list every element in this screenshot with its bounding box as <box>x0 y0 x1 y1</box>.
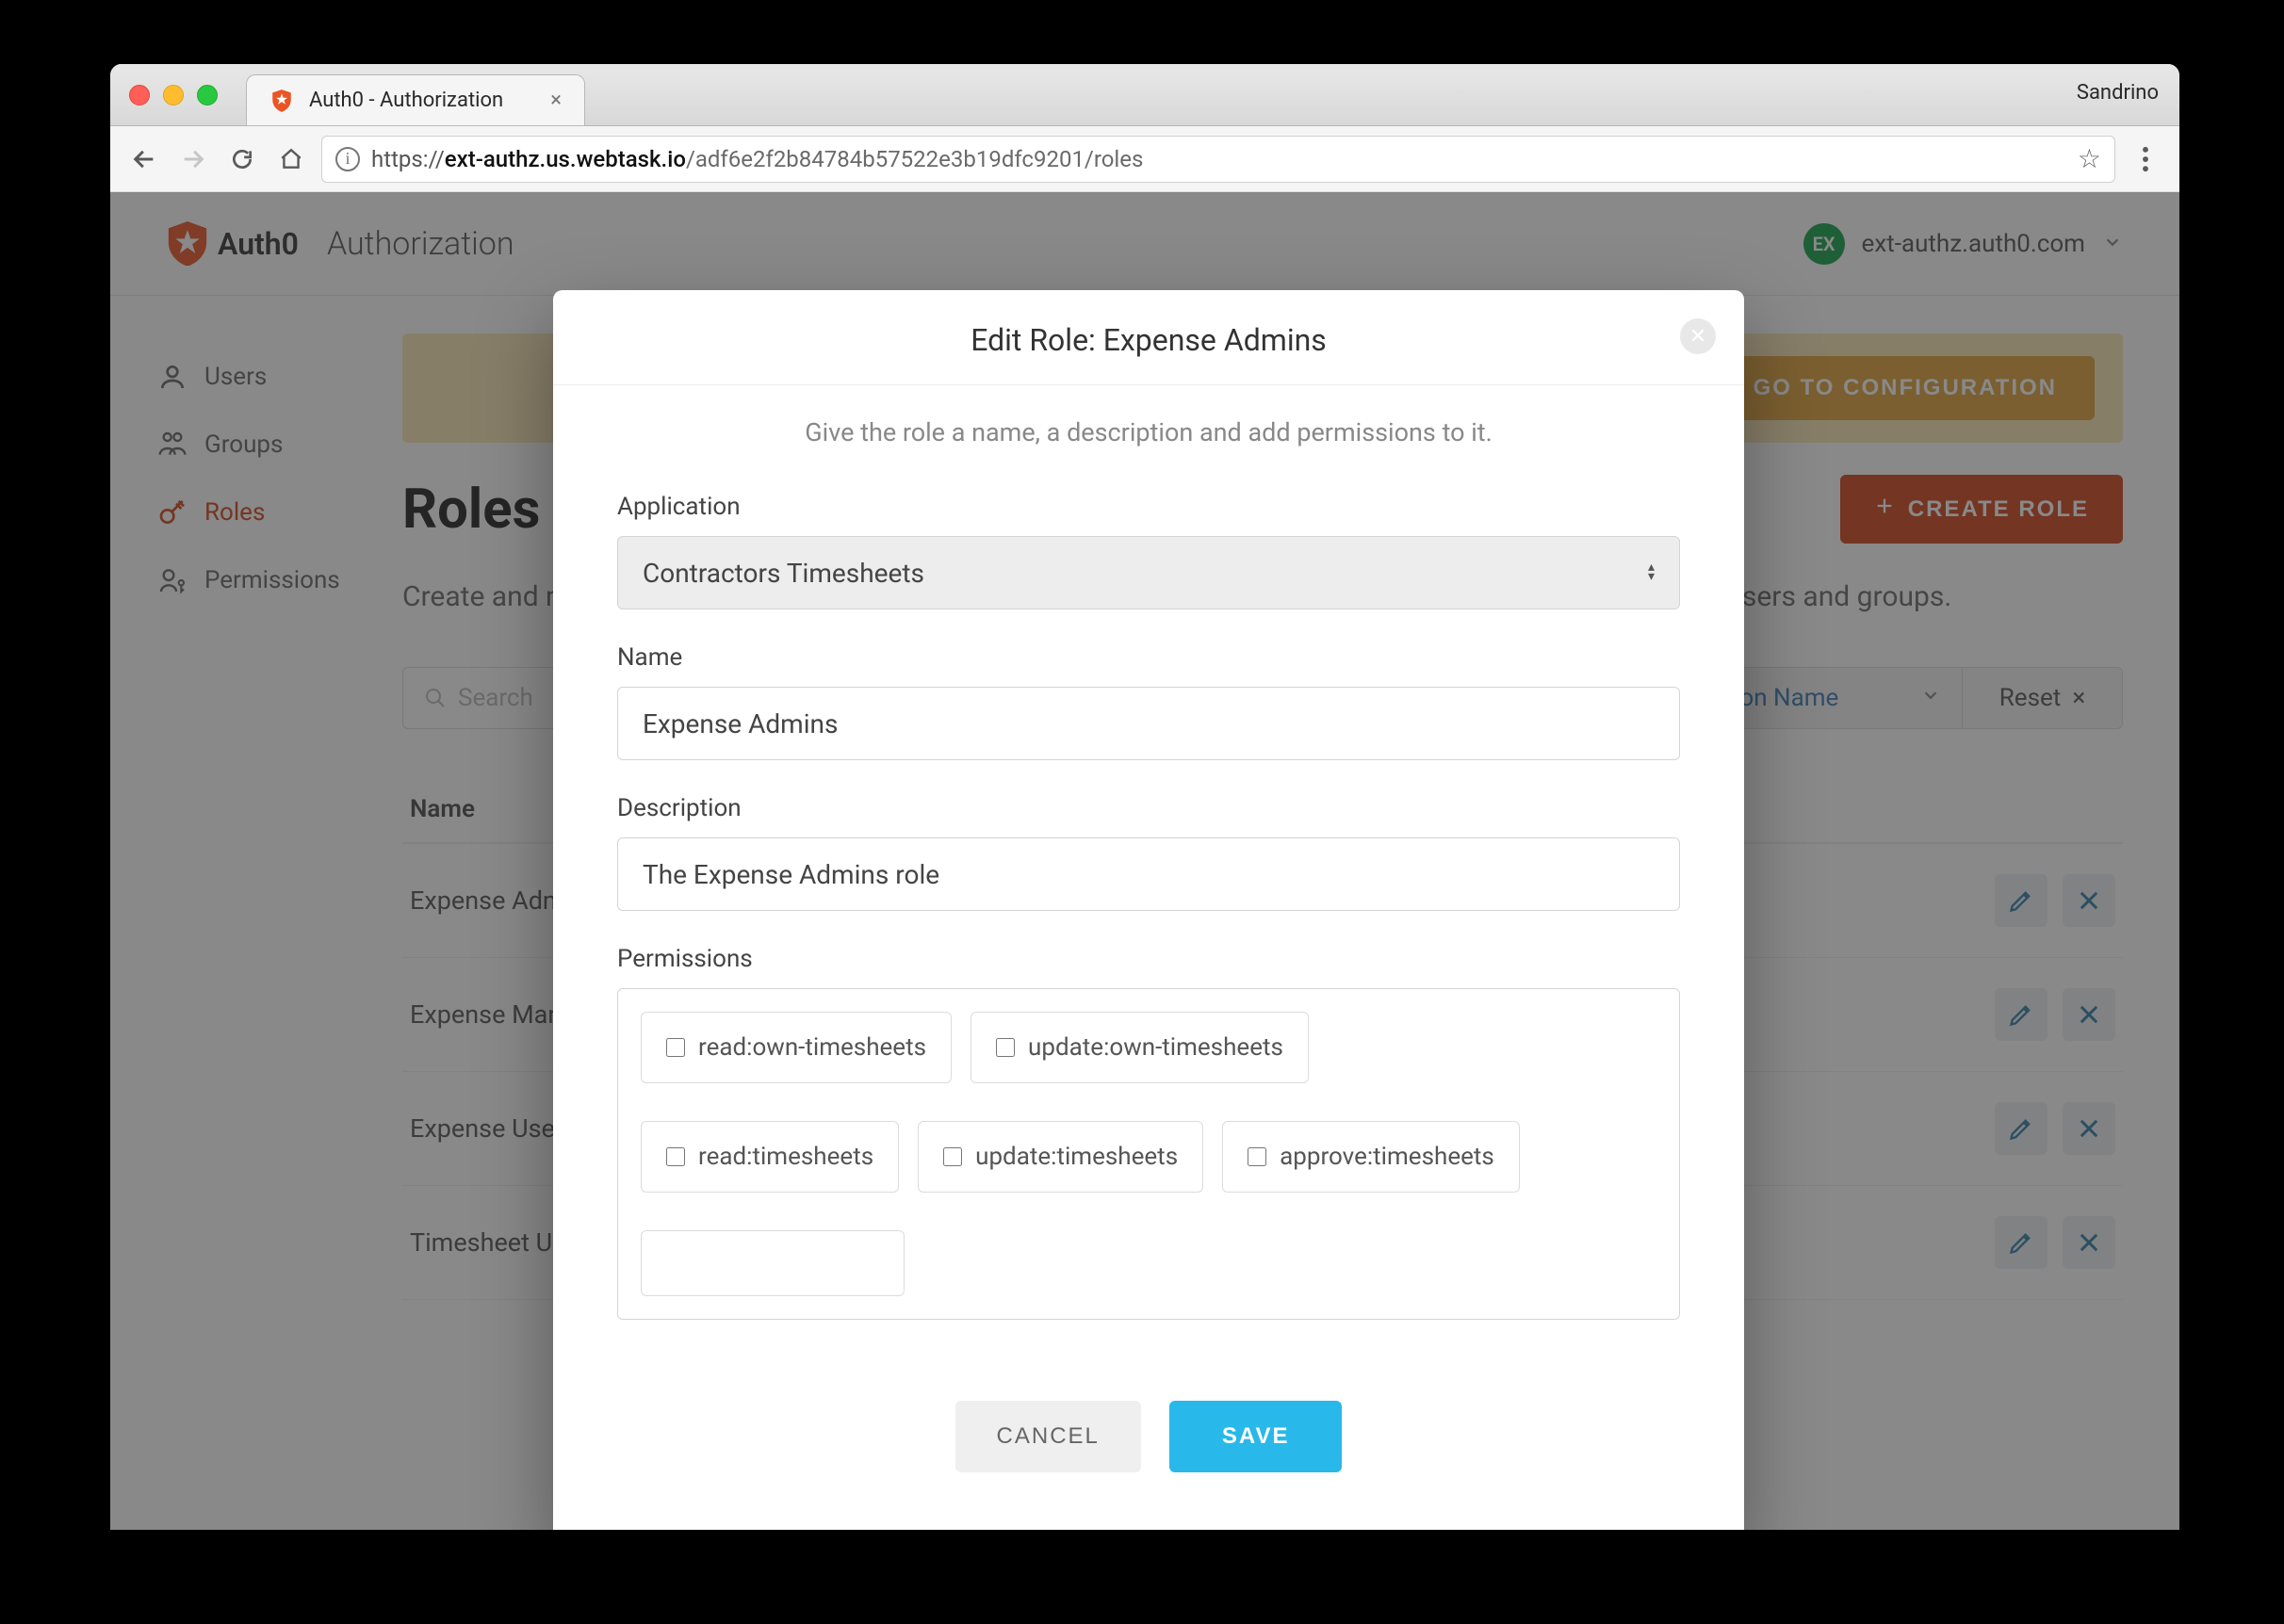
permission-chip[interactable]: approve:timesheets <box>1222 1121 1520 1193</box>
nav-back-icon[interactable] <box>125 140 163 178</box>
page-content: Auth0 Authorization EX ext-authz.auth0.c… <box>110 192 2179 1530</box>
permission-label: read:timesheets <box>698 1143 873 1171</box>
window-minimize-icon[interactable] <box>163 85 184 106</box>
name-input[interactable]: Expense Admins <box>617 687 1680 760</box>
nav-forward-icon <box>174 140 212 178</box>
chrome-profile-name[interactable]: Sandrino <box>2077 81 2159 105</box>
edit-role-modal: Edit Role: Expense Admins ✕ Give the rol… <box>553 290 1744 1530</box>
browser-window: Auth0 - Authorization × Sandrino i https… <box>110 64 2179 1530</box>
permission-checkbox[interactable] <box>996 1038 1015 1057</box>
url-text: https://ext-authz.us.webtask.io/adf6e2f2… <box>371 146 2066 172</box>
permission-chip[interactable]: read:timesheets <box>641 1121 899 1193</box>
modal-header: Edit Role: Expense Admins ✕ <box>553 290 1744 385</box>
modal-footer: CANCEL SAVE <box>553 1363 1744 1472</box>
permissions-grid: read:own-timesheets update:own-timesheet… <box>617 988 1680 1320</box>
description-input[interactable]: The Expense Admins role <box>617 837 1680 911</box>
chrome-menu-icon[interactable] <box>2127 146 2164 172</box>
select-caret-icon: ▴▾ <box>1648 563 1655 582</box>
address-bar[interactable]: i https://ext-authz.us.webtask.io/adf6e2… <box>321 136 2115 183</box>
tab-close-icon[interactable]: × <box>550 89 562 112</box>
name-value: Expense Admins <box>643 708 838 739</box>
bookmark-star-icon[interactable]: ☆ <box>2078 143 2101 174</box>
nav-reload-icon[interactable] <box>223 140 261 178</box>
permission-chip[interactable]: read:own-timesheets <box>641 1012 952 1083</box>
modal-close-icon[interactable]: ✕ <box>1680 318 1716 354</box>
name-label: Name <box>617 643 1680 672</box>
browser-tab[interactable]: Auth0 - Authorization × <box>246 74 585 125</box>
application-value: Contractors Timesheets <box>643 558 924 589</box>
chrome-titlebar: Auth0 - Authorization × Sandrino <box>110 64 2179 126</box>
permission-chip[interactable]: update:own-timesheets <box>971 1012 1309 1083</box>
window-zoom-icon[interactable] <box>197 85 218 106</box>
application-label: Application <box>617 493 1680 521</box>
permission-label: read:own-timesheets <box>698 1033 926 1062</box>
modal-instruction: Give the role a name, a description and … <box>617 417 1680 447</box>
permission-chip-partial <box>641 1230 905 1296</box>
permission-label: update:own-timesheets <box>1028 1033 1283 1062</box>
permission-label: approve:timesheets <box>1280 1143 1494 1171</box>
modal-title: Edit Role: Expense Admins <box>591 322 1706 358</box>
description-label: Description <box>617 794 1680 822</box>
window-close-icon[interactable] <box>129 85 150 106</box>
window-controls <box>129 85 218 106</box>
cancel-button[interactable]: CANCEL <box>955 1401 1141 1472</box>
description-value: The Expense Admins role <box>643 859 939 890</box>
chrome-toolbar: i https://ext-authz.us.webtask.io/adf6e2… <box>110 126 2179 192</box>
save-button[interactable]: SAVE <box>1169 1401 1343 1472</box>
permission-checkbox[interactable] <box>943 1147 962 1166</box>
permission-checkbox[interactable] <box>666 1147 685 1166</box>
permission-label: update:timesheets <box>975 1143 1178 1171</box>
tab-title: Auth0 - Authorization <box>309 89 535 112</box>
permission-chip[interactable]: update:timesheets <box>918 1121 1203 1193</box>
application-select[interactable]: Contractors Timesheets ▴▾ <box>617 536 1680 609</box>
site-info-icon[interactable]: i <box>335 147 360 171</box>
nav-home-icon[interactable] <box>272 140 310 178</box>
auth0-favicon-icon <box>269 89 294 113</box>
permissions-label: Permissions <box>617 945 1680 973</box>
permission-checkbox[interactable] <box>666 1038 685 1057</box>
permission-checkbox[interactable] <box>1248 1147 1266 1166</box>
